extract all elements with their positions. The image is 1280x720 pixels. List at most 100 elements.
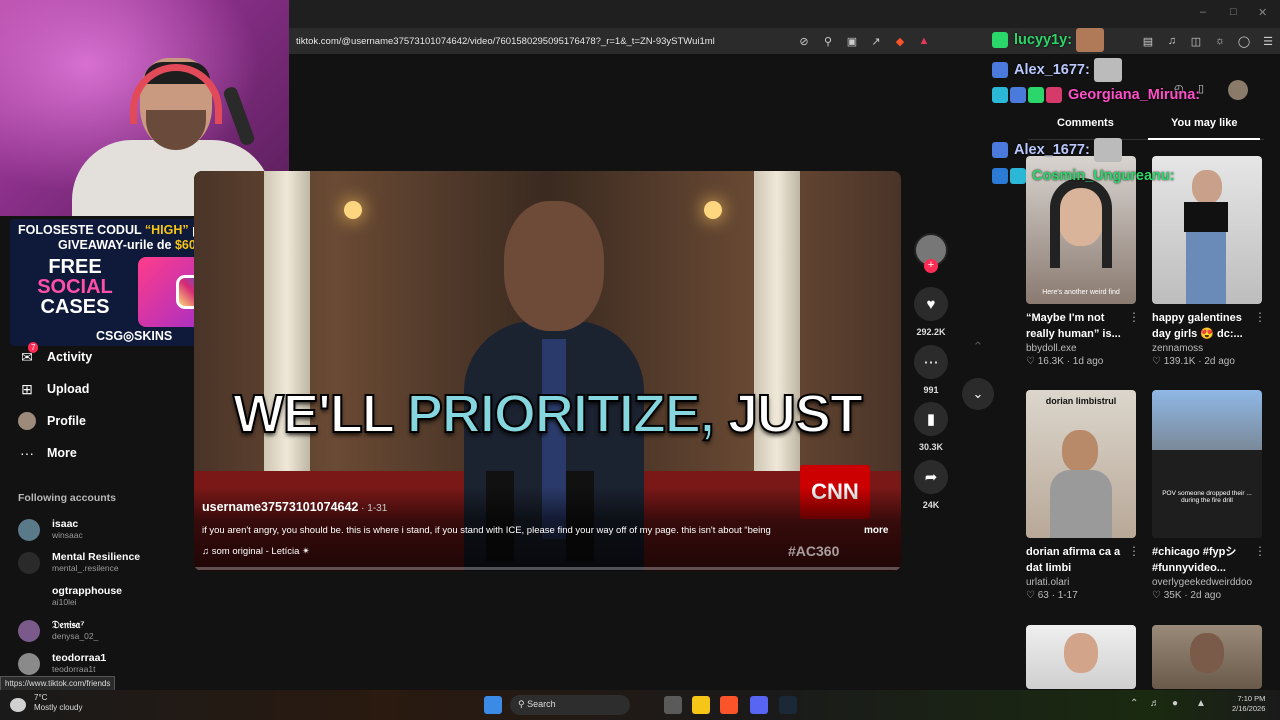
card-author[interactable]: urlati.olari <box>1026 577 1136 588</box>
file-explorer-icon[interactable] <box>692 696 710 714</box>
card-title[interactable]: “Maybe I'm not really human” is... <box>1026 310 1136 342</box>
video-thumbnail[interactable]: dorian limbistrul <box>1026 390 1136 538</box>
recommended-video-card[interactable]: Here's another weird find “Maybe I'm not… <box>1026 156 1140 367</box>
video-sound[interactable]: ♫ som original - Letícia ✴ <box>202 546 310 557</box>
address-bar[interactable]: tiktok.com/@username37573101074642/video… <box>288 28 1280 54</box>
like-count: 292.2K <box>916 327 946 337</box>
steam-icon[interactable] <box>779 696 797 714</box>
tab-comments[interactable]: Comments <box>1057 117 1114 129</box>
sidebar-item-upload[interactable]: ⊞ Upload <box>18 379 89 399</box>
post-date: · 1-31 <box>358 503 388 514</box>
more-button[interactable]: more <box>864 525 888 536</box>
following-accounts-title: Following accounts <box>18 492 117 504</box>
wallet-icon[interactable]: ▤ <box>1139 32 1157 50</box>
author-username[interactable]: username37573101074642 <box>202 500 358 514</box>
card-author[interactable]: bbydoll.exe <box>1026 343 1136 354</box>
sidebar-item-activity[interactable]: ✉ 7 Activity <box>18 342 92 367</box>
share-arrow-icon[interactable]: ➦ <box>914 460 948 494</box>
music-icon[interactable]: ♫ <box>1163 32 1181 50</box>
cast-icon[interactable]: ▣ <box>843 32 861 50</box>
video-author[interactable]: username37573101074642 · 1-31 <box>202 500 387 514</box>
following-account[interactable]: ogtrapphouse ai10lei <box>18 585 122 608</box>
taskbar-search[interactable]: ⚲ Search <box>510 695 630 715</box>
thumb-top <box>1184 202 1228 232</box>
chat-badge-icon <box>992 62 1008 78</box>
card-title[interactable]: dorian afirma ca a dat limbi <box>1026 544 1136 576</box>
card-author[interactable]: zennamoss <box>1152 343 1262 354</box>
tab-you-may-like[interactable]: You may like <box>1171 117 1237 129</box>
menu-icon[interactable]: ☰ <box>1259 32 1277 50</box>
kebab-icon[interactable]: ⋮ <box>1254 310 1266 324</box>
weather-widget[interactable]: 7°C Mostly cloudy <box>34 693 82 713</box>
recommended-video-card[interactable]: dorian limbistrul dorian afirma ca a dat… <box>1026 390 1140 601</box>
sidebar-item-profile[interactable]: Profile <box>18 411 86 431</box>
translate-icon[interactable]: ⊘ <box>795 32 813 50</box>
comment-action[interactable]: ⋯ 991 <box>913 345 949 395</box>
video-progress-bar[interactable] <box>194 567 901 570</box>
kebab-icon[interactable]: ⋮ <box>1128 544 1140 558</box>
maximize-icon[interactable]: □ <box>1230 6 1237 18</box>
brave-shield-icon[interactable]: ◆ <box>891 32 909 50</box>
sidebar-item-label: Upload <box>47 382 90 396</box>
following-account[interactable]: teodorraa1 teodorraa1t <box>18 652 106 675</box>
recommended-video-card[interactable]: POV someone dropped their ... during the… <box>1152 390 1266 601</box>
close-icon[interactable]: ✕ <box>1258 6 1267 19</box>
sidebar-item-more[interactable]: ··· More <box>18 443 77 463</box>
vpn-icon[interactable]: ◯ <box>1235 32 1253 50</box>
discord-icon[interactable] <box>750 696 768 714</box>
windows-start-icon[interactable] <box>484 696 502 714</box>
recommended-video-card[interactable]: happy galentines day girls 😍 dc:... zenn… <box>1152 156 1266 367</box>
kebab-icon[interactable]: ⋮ <box>1254 544 1266 558</box>
save-action[interactable]: ▮ 30.3K <box>913 402 949 452</box>
task-view-icon[interactable] <box>664 696 682 714</box>
following-account[interactable]: isaac winsaac <box>18 518 83 541</box>
video-thumbnail[interactable] <box>1152 625 1262 689</box>
minimize-icon[interactable]: – <box>1200 6 1206 18</box>
brave-browser-icon[interactable] <box>720 696 738 714</box>
inbox-icon: ✉ 7 <box>18 342 39 366</box>
following-account[interactable]: 𝔇𝔢𝔫𝔦𝔰𝔞⁷ denysa_02_ <box>18 619 98 642</box>
video-thumbnail[interactable]: POV someone dropped their ... during the… <box>1152 390 1262 538</box>
zoom-icon[interactable]: ⚲ <box>819 32 837 50</box>
tray-chevron-icon[interactable]: ⌃ <box>1130 698 1138 709</box>
recommended-video-card[interactable] <box>1026 625 1136 689</box>
account-handle: teodorraa1t <box>52 664 96 674</box>
chat-username: Georgiana_Miruna: <box>1068 87 1201 103</box>
heart-icon[interactable]: ♥ <box>914 287 948 321</box>
card-title[interactable]: happy galentines day girls 😍 dc:... <box>1152 310 1262 342</box>
url-text[interactable]: tiktok.com/@username37573101074642/video… <box>288 36 792 47</box>
more-icon: ··· <box>20 445 34 461</box>
share-icon[interactable]: ↗ <box>867 32 885 50</box>
rewards-icon[interactable]: ▲ <box>915 32 933 50</box>
share-action[interactable]: ➦ 24K <box>913 460 949 510</box>
bookmark-icon[interactable]: ▮ <box>914 402 948 436</box>
card-author[interactable]: overlygeekedweirddoo <box>1152 577 1262 588</box>
ad-text: GIVEAWAY-urile de <box>58 238 175 252</box>
like-action[interactable]: ♥ 292.2K <box>913 287 949 337</box>
speaker-icon[interactable]: ♬ <box>1150 698 1160 709</box>
windows-taskbar: 7°C Mostly cloudy ⚲ Search ⌃ ♬ ● ▲ 7:10 … <box>0 690 1280 720</box>
account-handle: mental_.resilence <box>52 563 119 573</box>
video-player[interactable]: WE'LL PRIORITIZE, JUST CNN #AC360 userna… <box>194 171 901 571</box>
card-title[interactable]: #chicago #fypシ #funnyvideo... <box>1152 544 1262 576</box>
following-account[interactable]: Mental Resilience mental_.resilence <box>18 551 140 574</box>
video-thumbnail[interactable] <box>1026 625 1136 689</box>
recommended-video-card[interactable] <box>1152 625 1262 689</box>
follow-plus-icon[interactable]: + <box>924 259 938 273</box>
extensions-icon[interactable]: ☼ <box>1211 32 1229 50</box>
thumb-shirt <box>1050 470 1112 538</box>
mic-icon[interactable]: ● <box>1172 698 1178 709</box>
network-icon[interactable]: ▲ <box>1196 698 1206 709</box>
weather-temp: 7°C <box>34 693 48 702</box>
sidebar-icon[interactable]: ◫ <box>1187 32 1205 50</box>
account-name: teodorraa1 <box>52 652 107 664</box>
kebab-icon[interactable]: ⋮ <box>1128 310 1140 324</box>
comment-icon[interactable]: ⋯ <box>914 345 948 379</box>
taskbar-clock[interactable]: 7:10 PM 2/16/2026 <box>1232 694 1265 714</box>
next-video-button[interactable]: ⌄ <box>962 378 994 410</box>
previous-video-button[interactable]: ⌃ <box>962 331 994 363</box>
thumb-face <box>1192 170 1222 204</box>
user-avatar[interactable] <box>1228 80 1248 100</box>
clock-time: 7:10 PM <box>1237 694 1266 703</box>
weather-icon[interactable] <box>10 698 26 712</box>
